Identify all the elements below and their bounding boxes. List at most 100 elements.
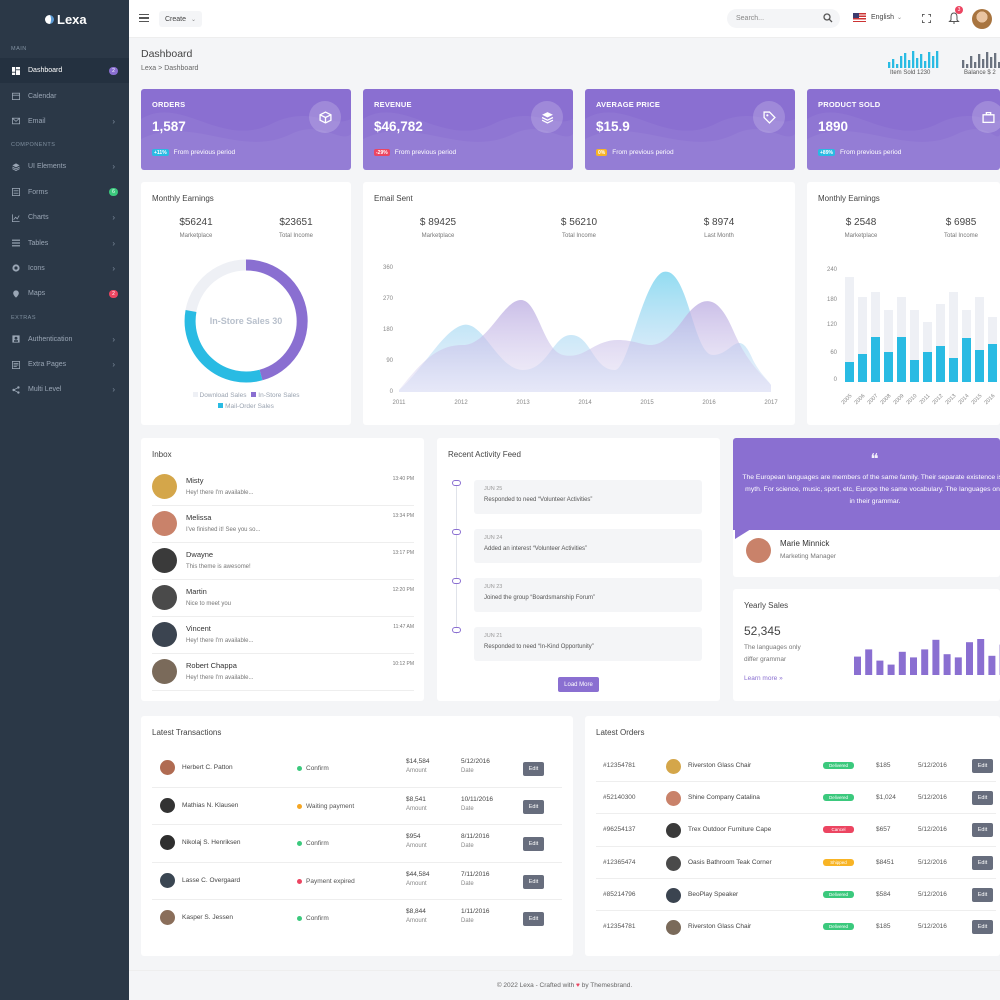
search-icon[interactable] (823, 13, 833, 23)
user-avatar[interactable] (972, 9, 992, 29)
inbox-item[interactable]: Dwayne This theme is awesome! 13:17 PM (152, 543, 414, 580)
edit-button[interactable]: Edit (523, 874, 544, 889)
legend-swatch (218, 403, 224, 408)
learn-more-link[interactable]: Learn more » (744, 675, 783, 682)
edit-button[interactable]: Edit (972, 920, 993, 934)
y-tick-label: 0 (390, 389, 394, 395)
kpi-change-note: From previous period (394, 149, 457, 156)
inbox-preview: Hey! there I'm available... (186, 675, 254, 681)
user-icon (11, 335, 20, 344)
card-title: Latest Orders (596, 728, 645, 737)
stat-label: Marketplace (421, 233, 455, 239)
donut-chart: In-Store Sales 30 (184, 259, 308, 383)
inbox-item[interactable]: Robert Chappa Hey! there I'm available...… (152, 654, 414, 691)
search-input[interactable]: Search... (727, 9, 840, 28)
customer-name: Lasse C. Overgaard (182, 876, 241, 884)
kpi-label: PRODUCT SOLD (818, 100, 881, 109)
edit-button[interactable]: Edit (972, 791, 993, 806)
sidebar-item-label: Email (28, 117, 46, 125)
inbox-item[interactable]: Melissa I've finished it! See you so... 13… (152, 506, 414, 543)
sidebar-item-label: Forms (28, 188, 48, 196)
sidebar-badge: 6 (109, 188, 118, 197)
activity-date: JUN 24 (484, 535, 503, 541)
x-tick-label: 2014 (578, 400, 592, 406)
sidebar-section-extras: EXTRAS (11, 314, 37, 321)
status-label: Waiting payment (306, 802, 355, 810)
stat-total-income: $ 6985 Total Income (931, 217, 991, 239)
kpi-value: $46,782 (374, 119, 423, 134)
sidebar-item-dashboard[interactable]: Dashboard 2 (0, 58, 129, 84)
edit-button[interactable]: Edit (972, 759, 993, 773)
sidebar-item-charts[interactable]: Charts › (0, 205, 129, 230)
sidebar-item-multi-level[interactable]: Multi Level › (0, 377, 129, 402)
avatar (152, 548, 177, 573)
x-tick-label: 2005 (841, 393, 854, 406)
calendar-icon (11, 92, 20, 101)
customer-name: Herbert C. Patton (182, 764, 233, 771)
logo-mark-icon (45, 14, 54, 24)
fullscreen-icon[interactable] (922, 14, 931, 23)
edit-button[interactable]: Edit (972, 855, 993, 870)
stat-label: Marketplace (179, 233, 213, 239)
table-row: Herbert C. Patton Confirm $14,584 Amount … (152, 750, 562, 788)
order-id: #12354781 (603, 762, 636, 769)
inbox-time: 12:20 PM (392, 587, 414, 593)
sidebar-item-email[interactable]: Email › (0, 109, 129, 134)
timeline-line (456, 484, 457, 634)
edit-button[interactable]: Edit (972, 823, 993, 838)
x-tick-label: 2016 (702, 400, 716, 406)
avatar (152, 585, 177, 610)
inbox-item[interactable]: Martin Nice to meet you 12:20 PM (152, 580, 414, 617)
edit-button[interactable]: Edit (523, 762, 544, 776)
sidebar-item-icons[interactable]: Icons › (0, 256, 129, 281)
sidebar-item-label: UI Elements (28, 163, 67, 171)
sidebar-item-authentication[interactable]: Authentication › (0, 327, 129, 352)
table-row: #12365474 Oasis Bathroom Teak Corner Shi… (596, 847, 996, 879)
target-icon (11, 264, 20, 273)
mini-stat-balance: Balance $ 2 (961, 50, 1000, 76)
create-dropdown[interactable]: Create ⌄ (159, 11, 203, 27)
order-id: #96254137 (603, 826, 636, 834)
sidebar-item-calendar[interactable]: Calendar (0, 83, 129, 108)
date-label: Date (461, 805, 474, 812)
date: 8/11/2016 Date (461, 833, 489, 849)
sidebar-item-tables[interactable]: Tables › (0, 230, 129, 255)
product-name: Riverston Glass Chair (688, 762, 752, 769)
activity-date: JUN 21 (484, 633, 503, 639)
latest-orders-card: Latest Orders #12354781 Riverston Glass … (585, 716, 1000, 956)
edit-button[interactable]: Edit (523, 799, 544, 814)
edit-button[interactable]: Edit (523, 912, 544, 926)
breadcrumb-item[interactable]: Lexa (141, 65, 156, 72)
testimonial-name: Marie Minnick (780, 539, 830, 548)
inbox-item[interactable]: Vincent Hey! there I'm available... 11:47 … (152, 617, 414, 654)
sidebar-item-label: Dashboard (28, 67, 63, 75)
yearly-sales-desc: differ grammar (744, 656, 787, 663)
table-row: Kasper S. Jessen Confirm $8,844 Amount 1/… (152, 900, 562, 938)
edit-button[interactable]: Edit (972, 887, 993, 902)
x-tick-label: 2015 (640, 400, 654, 406)
inbox-card: Inbox Misty Hey! there I'm available... 13… (141, 438, 424, 701)
sidebar-item-forms[interactable]: Forms 6 (0, 180, 129, 205)
load-more-button[interactable]: Load More (558, 677, 599, 692)
stat-value: $ 56210 (560, 217, 598, 228)
layers-icon (531, 101, 563, 133)
sidebar-item-extra-pages[interactable]: Extra Pages › (0, 352, 129, 377)
order-price: $1,024 (876, 794, 896, 802)
yearly-sales-bar-chart (854, 639, 1000, 675)
inbox-item[interactable]: Misty Hey! there I'm available... 13:40 PM (152, 469, 414, 506)
edit-button[interactable]: Edit (523, 837, 544, 851)
language-selector[interactable]: English ⌄ (853, 13, 902, 22)
menu-toggle-icon[interactable] (139, 14, 149, 22)
map-pin-icon (11, 289, 20, 298)
testimonial-text: The European languages are members of th… (742, 474, 1000, 505)
brand-logo[interactable]: Lexa (0, 0, 129, 38)
sidebar-item-maps[interactable]: Maps 2 (0, 281, 129, 306)
email-sent-card: Email Sent $ 89425 Marketplace $ 56210 Tot… (363, 182, 795, 425)
sidebar-item-ui-elements[interactable]: UI Elements › (0, 154, 129, 179)
kpi-change-badge: +11% (152, 149, 169, 156)
notifications-bell-icon[interactable]: 3 (948, 6, 963, 24)
y-tick-label: 180 (827, 297, 838, 303)
inbox-preview: Nice to meet you (186, 601, 232, 607)
stat-value: $ 8974 (703, 217, 735, 228)
amount-value: $8,844 (406, 908, 426, 915)
